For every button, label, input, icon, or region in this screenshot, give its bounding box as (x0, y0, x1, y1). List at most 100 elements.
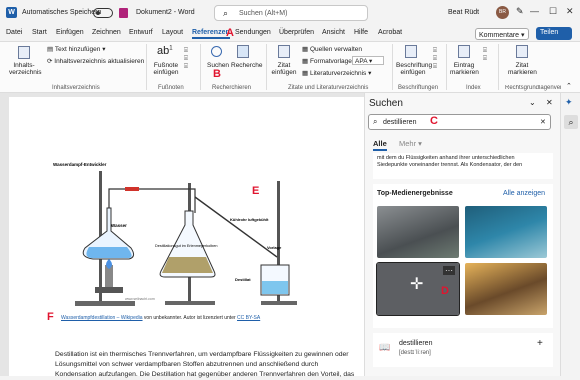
distillate-fill (262, 281, 288, 294)
word-logo-icon: W (6, 7, 17, 18)
share-label: Teilen (540, 29, 559, 36)
mark-entry-button[interactable]: Eintrag markieren (450, 62, 479, 76)
share-button[interactable]: Teilen (536, 27, 572, 40)
update-toc-button[interactable]: ⟳ Inhaltsverzeichnis aktualisieren (47, 57, 144, 65)
toc-icon[interactable] (18, 46, 30, 59)
stand-base-middle (165, 301, 215, 305)
filter-all[interactable]: Alle (373, 139, 387, 148)
caption-link[interactable]: Wasserdampfdestillation – Wikipedia (61, 315, 143, 321)
researcher-button[interactable]: Recherche (231, 62, 262, 69)
update-toc-label: Inhaltsverzeichnis aktualisieren (54, 58, 145, 65)
show-all-link[interactable]: Alle anzeigen (503, 190, 545, 197)
autosave-toggle[interactable] (93, 8, 113, 18)
media-card: Top-Medienergebnisse Alle anzeigen ✛ ··· (373, 184, 553, 328)
toc-button[interactable]: Inhalts-verzeichnis (9, 62, 42, 76)
footnote-icon[interactable]: ab1 (157, 45, 173, 57)
filter-all-underline (373, 149, 387, 151)
burner-base (95, 287, 123, 293)
add-icon[interactable]: + (537, 338, 543, 349)
snippet-line-2: Siedepunkte voneinander trennst. Als Kon… (377, 162, 523, 168)
label-steam-generator: Wasserdampf-Entwickler (53, 162, 107, 167)
manage-sources-button[interactable]: ▦ Quellen verwalten (302, 45, 362, 53)
result-snippet[interactable]: mit dem du Flüssigkeiten anhand ihrer un… (373, 153, 553, 179)
user-name[interactable]: Beat Rüdt (448, 9, 479, 16)
group-citations: Zitate und Literaturverzeichnis (288, 85, 369, 91)
search-icon: ⌕ (223, 8, 229, 18)
media-thumb-1[interactable] (377, 206, 459, 258)
tab-einfuegen[interactable]: Einfügen (56, 29, 84, 36)
right-tool-strip: ✦ ⌕ (560, 93, 580, 376)
image-caption: Wasserdampfdestillation – Wikipedia von … (61, 315, 260, 321)
mark-citation-button[interactable]: Zitat markieren (508, 62, 537, 76)
search-tool-icon[interactable]: ⌕ (564, 115, 578, 129)
pane-title: Suchen (369, 98, 403, 109)
comments-label: Kommentare (479, 32, 520, 39)
media-thumb-4[interactable] (465, 263, 547, 315)
caption-tools[interactable]: ⌸ ⌸ ⌸ (433, 47, 437, 71)
tab-sendungen[interactable]: Sendungen (235, 29, 271, 36)
marker-b: B (213, 68, 221, 80)
add-text-button[interactable]: ▤ Text hinzufügen ▾ (47, 45, 105, 53)
avatar[interactable]: BR (496, 6, 509, 19)
label-receiver: Vorlage (267, 245, 282, 250)
search-ribbon-icon[interactable] (211, 46, 222, 57)
insert-citation-button[interactable]: Zitat einfügen (270, 62, 298, 76)
tab-datei[interactable]: Datei (6, 29, 22, 36)
tab-acrobat[interactable]: Acrobat (378, 29, 402, 36)
minimize-icon[interactable]: — (530, 6, 539, 16)
tab-hilfe[interactable]: Hilfe (354, 29, 368, 36)
copilot-icon[interactable]: ✦ (565, 97, 573, 108)
manage-sources-label: Quellen verwalten (309, 46, 362, 53)
tab-ueberpruefen[interactable]: Überprüfen (279, 29, 314, 36)
researcher-icon[interactable] (237, 45, 249, 58)
media-title: Top-Medienergebnisse (377, 190, 453, 197)
tab-referenzen[interactable]: Referenzen (192, 29, 230, 39)
footnote-tools[interactable]: ⌸ ⌸ ⌸ (184, 47, 188, 71)
label-distillate: Destillat (235, 277, 251, 282)
more-options-icon[interactable]: ··· (443, 266, 455, 275)
filter-more-label: Mehr (399, 139, 417, 148)
tab-layout[interactable]: Layout (162, 29, 183, 36)
divider (498, 44, 499, 90)
style-select[interactable]: APA ▾ (352, 56, 384, 65)
pipe-clamp (125, 187, 139, 191)
pane-options-icon[interactable]: ⌄ (529, 98, 536, 107)
bibliography-button[interactable]: ▦ Literaturverzeichnis ▾ (302, 69, 371, 77)
tab-zeichnen[interactable]: Zeichnen (92, 29, 121, 36)
label-flask-contents: Destillationsgut im Erlenmeyerkolben (155, 244, 217, 248)
pane-search-input[interactable]: ⌕ destillieren ✕ (368, 114, 551, 130)
footnote-button[interactable]: Fußnote einfügen (152, 62, 180, 76)
index-tools[interactable]: ⌸ ⌸ (483, 47, 487, 63)
document-page[interactable]: Wasserdampf-Entwickler Wasser Destillati… (9, 97, 364, 378)
filter-more[interactable]: Mehr ▾ (399, 139, 422, 148)
clear-search-icon[interactable]: ✕ (540, 118, 546, 126)
search-box[interactable]: ⌕ Suchen (Alt+M) (214, 5, 368, 21)
maximize-icon[interactable]: ☐ (549, 6, 557, 17)
bibliography-label: Literaturverzeichnis (309, 70, 367, 77)
caption-text: von unbekannter. Autor ist lizenziert un… (142, 315, 238, 321)
mark-entry-icon[interactable] (458, 45, 470, 58)
stand-base-right (261, 301, 297, 305)
document-title: Dokument2 - Word (136, 9, 195, 16)
caption-icon[interactable] (405, 45, 417, 58)
marker-f: F (47, 311, 54, 323)
close-icon[interactable]: ✕ (566, 6, 574, 17)
dictionary-card[interactable]: 📖 destillieren [destɪˈliːrən] + (373, 333, 553, 367)
tab-ansicht[interactable]: Ansicht (322, 29, 345, 36)
style-label: ▦ Formatvorlage: (302, 58, 354, 65)
media-thumb-2[interactable] (465, 206, 547, 258)
book-icon: 📖 (379, 342, 391, 352)
tab-start[interactable]: Start (32, 29, 47, 36)
collapse-ribbon-icon[interactable]: ⌃ (566, 82, 572, 90)
pen-icon[interactable]: ✎ (516, 6, 524, 17)
label-water: Wasser (111, 223, 127, 228)
license-link[interactable]: CC BY-SA (237, 315, 260, 321)
pane-close-icon[interactable]: ✕ (546, 98, 553, 107)
mark-citation-icon[interactable] (516, 45, 528, 58)
comments-button[interactable]: Kommentare ▾ (475, 28, 529, 40)
save-icon[interactable] (119, 8, 128, 18)
citation-icon[interactable] (278, 45, 290, 58)
tab-entwurf[interactable]: Entwurf (129, 29, 153, 36)
label-condenser: Kühlrohr luftgekühlt (230, 217, 269, 222)
insert-caption-button[interactable]: Beschriftung einfügen (396, 62, 432, 76)
